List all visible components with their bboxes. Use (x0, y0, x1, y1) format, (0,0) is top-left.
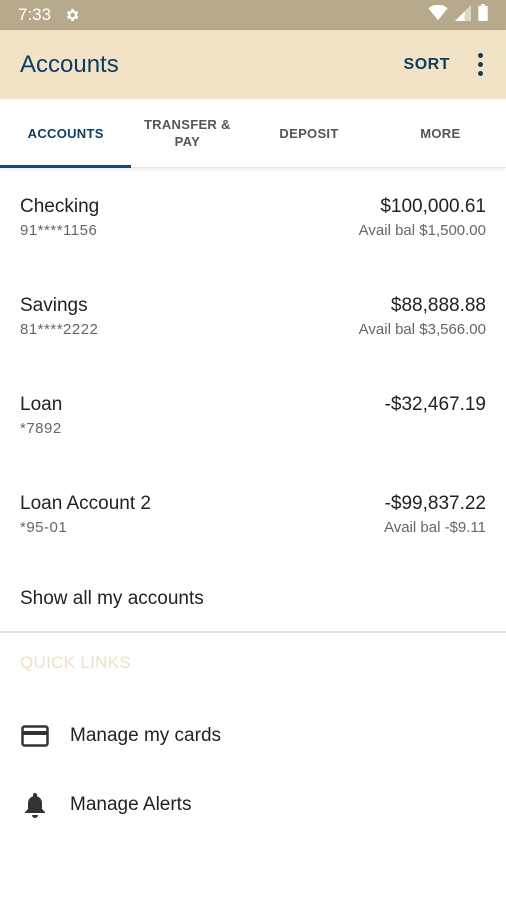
account-number: 91****1156 (20, 222, 98, 239)
quick-link-manage-cards[interactable]: Manage my cards (0, 711, 506, 761)
divider (0, 631, 506, 633)
status-time: 7:33 (18, 5, 52, 24)
quick-link-manage-alerts[interactable]: Manage Alerts (0, 780, 506, 830)
bell-icon (20, 790, 50, 820)
tab-accounts[interactable]: ACCOUNTS (0, 99, 132, 168)
credit-card-icon (20, 721, 50, 751)
app-bar: Accounts SORT (0, 30, 506, 99)
account-number: 81****2222 (20, 321, 99, 338)
account-row-loan-account-2[interactable]: Loan Account 2 *95-01 -$99,837.22 Avail … (0, 493, 506, 553)
page-title: Accounts (20, 50, 119, 78)
account-available-balance: Avail bal $1,500.00 (358, 222, 486, 239)
show-all-accounts-link[interactable]: Show all my accounts (20, 588, 204, 610)
account-number: *7892 (20, 420, 62, 437)
account-row-savings[interactable]: Savings 81****2222 $88,888.88 Avail bal … (0, 295, 506, 355)
wifi-icon (428, 4, 448, 26)
tab-bar: ACCOUNTS TRANSFER & PAY DEPOSIT MORE (0, 99, 506, 168)
sort-button[interactable]: SORT (404, 56, 450, 74)
account-name: Loan Account 2 (20, 493, 151, 514)
status-bar: 7:33 (0, 0, 506, 30)
quick-link-label: Manage my cards (70, 725, 222, 746)
tab-deposit[interactable]: DEPOSIT (243, 99, 374, 167)
quick-link-label: Manage Alerts (70, 794, 192, 815)
quick-links-title: QUICK LINKS (20, 653, 131, 672)
account-available-balance: Avail bal $3,566.00 (358, 321, 486, 338)
account-available-balance: Avail bal -$9.11 (383, 519, 486, 536)
account-balance: $88,888.88 (390, 295, 486, 316)
more-vert-icon[interactable] (474, 53, 486, 76)
account-row-loan[interactable]: Loan *7892 -$32,467.19 (0, 394, 506, 454)
signal-icon (455, 4, 471, 26)
account-name: Loan (20, 394, 63, 415)
gear-icon (63, 6, 81, 24)
account-name: Checking (20, 196, 100, 217)
account-name: Savings (20, 295, 88, 316)
account-balance: -$99,837.22 (384, 493, 486, 514)
battery-icon (478, 4, 488, 26)
account-row-checking[interactable]: Checking 91****1156 $100,000.61 Avail ba… (0, 196, 506, 256)
account-number: *95-01 (20, 519, 68, 536)
account-balance: $100,000.61 (380, 196, 486, 217)
account-balance: -$32,467.19 (384, 394, 486, 415)
tab-transfer-pay[interactable]: TRANSFER & PAY (131, 99, 243, 167)
tab-more[interactable]: MORE (375, 99, 506, 167)
